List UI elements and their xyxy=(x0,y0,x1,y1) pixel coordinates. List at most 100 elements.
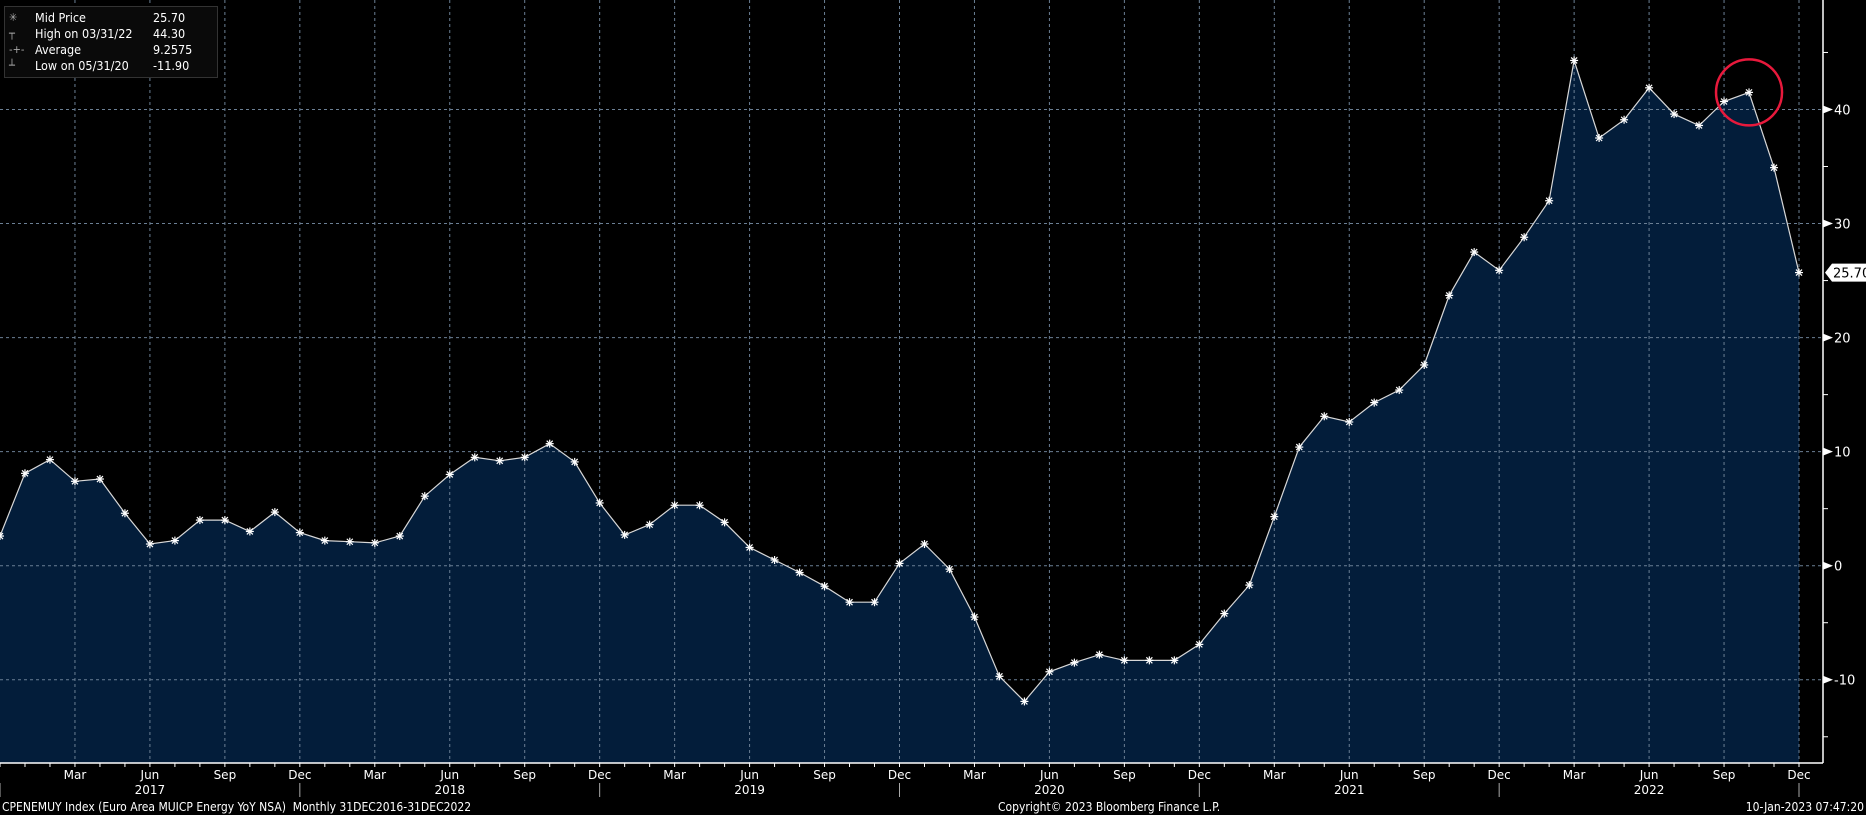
data-point-marker xyxy=(20,469,29,478)
data-point-marker xyxy=(945,565,954,574)
data-point-marker xyxy=(1345,417,1354,426)
x-tick-label: Jun xyxy=(1039,768,1059,782)
data-point-marker xyxy=(170,536,179,545)
data-point-marker xyxy=(1495,266,1504,275)
data-point-marker xyxy=(645,520,654,529)
legend-average: -+- Average 9.2575 xyxy=(9,42,213,58)
legend-mid-price: ✳ Mid Price 25.70 xyxy=(9,10,213,26)
average-marker-icon: -+- xyxy=(9,43,25,56)
data-point-marker xyxy=(695,501,704,510)
data-point-marker xyxy=(1595,134,1604,143)
x-tick-label: Jun xyxy=(1339,768,1359,782)
data-point-marker xyxy=(245,527,254,536)
data-point-marker xyxy=(470,453,479,462)
x-tick-label: Dec xyxy=(888,768,911,782)
data-point-marker xyxy=(1370,398,1379,407)
legend: ✳ Mid Price 25.70 ┬ High on 03/31/22 44.30 -… xyxy=(4,6,218,78)
data-point-marker xyxy=(745,543,754,552)
data-point-marker xyxy=(270,508,279,517)
y-tick-arrow xyxy=(1823,219,1833,228)
data-point-marker xyxy=(795,568,804,577)
x-tick-label: Sep xyxy=(214,768,237,782)
data-point-marker xyxy=(1270,512,1279,521)
legend-value: 25.70 xyxy=(153,10,186,25)
data-point-marker xyxy=(1320,412,1329,421)
mid-price-marker-icon: ✳ xyxy=(9,11,18,24)
y-tick-arrow xyxy=(1823,333,1833,342)
legend-label: Average xyxy=(35,42,82,57)
footer-timestamp: 10-Jan-2023 07:47:20 xyxy=(1745,800,1864,814)
data-point-marker xyxy=(320,536,329,545)
legend-value: -11.90 xyxy=(153,58,190,73)
legend-value: 9.2575 xyxy=(153,42,193,57)
x-tick-label: Mar xyxy=(963,768,986,782)
data-point-marker xyxy=(45,455,54,464)
x-tick-label: Sep xyxy=(1713,768,1736,782)
data-point-marker xyxy=(670,501,679,510)
x-tick-label: Jun xyxy=(439,768,459,782)
data-point-marker xyxy=(1070,658,1079,667)
data-point-marker xyxy=(895,559,904,568)
data-point-marker xyxy=(770,555,779,564)
x-tick-label: Mar xyxy=(64,768,87,782)
data-point-marker xyxy=(620,530,629,539)
y-tick-arrow xyxy=(1823,561,1833,570)
x-tick-label: Mar xyxy=(363,768,386,782)
data-point-marker xyxy=(1220,609,1229,618)
legend-label: High on 03/31/22 xyxy=(35,26,133,41)
x-year-label: 2019 xyxy=(734,783,765,797)
y-tick-arrow xyxy=(1823,105,1833,114)
data-point-marker xyxy=(845,598,854,607)
data-point-marker xyxy=(595,498,604,507)
x-year-label: 2022 xyxy=(1634,783,1665,797)
data-point-marker xyxy=(720,518,729,527)
last-value-label: 25.70 xyxy=(1833,267,1866,282)
x-tick-label: Sep xyxy=(1413,768,1436,782)
data-point-marker xyxy=(820,582,829,591)
data-point-marker xyxy=(120,509,129,518)
x-tick-label: Dec xyxy=(588,768,611,782)
y-tick-label: 10 xyxy=(1834,446,1851,461)
data-point-marker xyxy=(1020,697,1029,706)
data-point-marker xyxy=(95,475,104,484)
data-point-marker xyxy=(1120,656,1129,665)
data-point-marker xyxy=(995,672,1004,681)
series-area xyxy=(0,60,1799,763)
data-point-marker xyxy=(145,540,154,549)
data-point-marker xyxy=(1045,667,1054,676)
footer-copyright: Copyright© 2023 Bloomberg Finance L.P. xyxy=(998,800,1221,814)
data-point-marker xyxy=(1745,88,1754,97)
data-point-marker xyxy=(1420,360,1429,369)
footer-source: CPENEMUY Index (Euro Area MUICP Energy Y… xyxy=(2,800,472,814)
data-point-marker xyxy=(1145,656,1154,665)
data-point-marker xyxy=(1245,581,1254,590)
data-point-marker xyxy=(1470,248,1479,257)
x-tick-label: Mar xyxy=(663,768,686,782)
high-marker-icon: ┬ xyxy=(9,27,15,40)
x-tick-label: Mar xyxy=(1563,768,1586,782)
data-point-marker xyxy=(1170,656,1179,665)
data-point-marker xyxy=(1720,97,1729,106)
y-tick-arrow xyxy=(1823,447,1833,456)
x-year-label: 2017 xyxy=(135,783,166,797)
data-point-marker xyxy=(970,613,979,622)
x-tick-label: Dec xyxy=(1488,768,1511,782)
data-point-marker xyxy=(1570,56,1579,65)
data-point-marker xyxy=(1770,163,1779,172)
x-tick-label: Dec xyxy=(1787,768,1810,782)
data-point-marker xyxy=(870,598,879,607)
x-year-label: 2018 xyxy=(434,783,465,797)
data-point-marker xyxy=(370,538,379,547)
data-point-marker xyxy=(495,456,504,465)
data-point-marker xyxy=(1620,115,1629,124)
x-tick-label: Jun xyxy=(140,768,160,782)
x-tick-label: Dec xyxy=(288,768,311,782)
data-point-marker xyxy=(1195,640,1204,649)
data-point-marker xyxy=(1520,233,1529,242)
data-point-marker xyxy=(1545,196,1554,205)
legend-high: ┬ High on 03/31/22 44.30 xyxy=(9,26,213,42)
y-tick-arrow xyxy=(1823,675,1833,684)
data-point-marker xyxy=(220,516,229,525)
x-tick-label: Sep xyxy=(1113,768,1136,782)
data-point-marker xyxy=(545,439,554,448)
